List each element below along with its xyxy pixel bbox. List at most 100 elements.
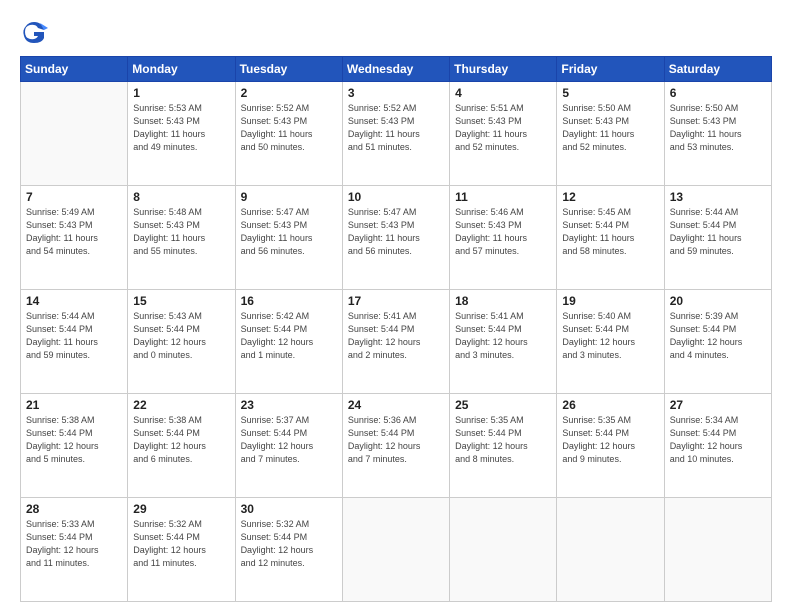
calendar-cell: 10 Sunrise: 5:47 AM Sunset: 5:43 PM Dayli… — [342, 186, 449, 290]
day-info: Sunrise: 5:47 AM Sunset: 5:43 PM Dayligh… — [241, 206, 337, 258]
day-info: Sunrise: 5:42 AM Sunset: 5:44 PM Dayligh… — [241, 310, 337, 362]
day-info: Sunrise: 5:53 AM Sunset: 5:43 PM Dayligh… — [133, 102, 229, 154]
calendar: SundayMondayTuesdayWednesdayThursdayFrid… — [20, 56, 772, 602]
calendar-cell: 2 Sunrise: 5:52 AM Sunset: 5:43 PM Daylig… — [235, 82, 342, 186]
day-info: Sunrise: 5:32 AM Sunset: 5:44 PM Dayligh… — [133, 518, 229, 570]
day-number: 15 — [133, 294, 229, 308]
weekday-header: Friday — [557, 57, 664, 82]
day-number: 19 — [562, 294, 658, 308]
calendar-cell: 23 Sunrise: 5:37 AM Sunset: 5:44 PM Dayli… — [235, 394, 342, 498]
weekday-header: Wednesday — [342, 57, 449, 82]
calendar-cell: 4Sunrise: 5:51 AM Sunset: 5:43 PM Daylig… — [450, 82, 557, 186]
calendar-week-row: 14 Sunrise: 5:44 AM Sunset: 5:44 PM Dayli… — [21, 290, 772, 394]
calendar-cell: 17 Sunrise: 5:41 AM Sunset: 5:44 PM Dayli… — [342, 290, 449, 394]
day-number: 29 — [133, 502, 229, 516]
calendar-cell: 26Sunrise: 5:35 AM Sunset: 5:44 PM Dayli… — [557, 394, 664, 498]
day-info: Sunrise: 5:37 AM Sunset: 5:44 PM Dayligh… — [241, 414, 337, 466]
day-info: Sunrise: 5:44 AM Sunset: 5:44 PM Dayligh… — [26, 310, 122, 362]
page: SundayMondayTuesdayWednesdayThursdayFrid… — [0, 0, 792, 612]
calendar-cell: 28 Sunrise: 5:33 AM Sunset: 5:44 PM Dayli… — [21, 498, 128, 602]
calendar-week-row: 7Sunrise: 5:49 AM Sunset: 5:43 PM Daylig… — [21, 186, 772, 290]
calendar-cell: 9 Sunrise: 5:47 AM Sunset: 5:43 PM Daylig… — [235, 186, 342, 290]
calendar-cell: 1 Sunrise: 5:53 AM Sunset: 5:43 PM Daylig… — [128, 82, 235, 186]
day-number: 7 — [26, 190, 122, 204]
day-number: 1 — [133, 86, 229, 100]
day-number: 4 — [455, 86, 551, 100]
day-info: Sunrise: 5:46 AM Sunset: 5:43 PM Dayligh… — [455, 206, 551, 258]
calendar-cell: 27 Sunrise: 5:34 AM Sunset: 5:44 PM Dayli… — [664, 394, 771, 498]
day-number: 30 — [241, 502, 337, 516]
calendar-cell: 8 Sunrise: 5:48 AM Sunset: 5:43 PM Daylig… — [128, 186, 235, 290]
weekday-header: Thursday — [450, 57, 557, 82]
day-info: Sunrise: 5:35 AM Sunset: 5:44 PM Dayligh… — [562, 414, 658, 466]
calendar-cell — [21, 82, 128, 186]
day-number: 17 — [348, 294, 444, 308]
day-info: Sunrise: 5:50 AM Sunset: 5:43 PM Dayligh… — [562, 102, 658, 154]
day-info: Sunrise: 5:44 AM Sunset: 5:44 PM Dayligh… — [670, 206, 766, 258]
day-info: Sunrise: 5:47 AM Sunset: 5:43 PM Dayligh… — [348, 206, 444, 258]
calendar-cell — [664, 498, 771, 602]
calendar-cell: 13 Sunrise: 5:44 AM Sunset: 5:44 PM Dayli… — [664, 186, 771, 290]
calendar-cell: 29 Sunrise: 5:32 AM Sunset: 5:44 PM Dayli… — [128, 498, 235, 602]
day-number: 21 — [26, 398, 122, 412]
day-number: 13 — [670, 190, 766, 204]
day-number: 27 — [670, 398, 766, 412]
day-info: Sunrise: 5:32 AM Sunset: 5:44 PM Dayligh… — [241, 518, 337, 570]
day-number: 18 — [455, 294, 551, 308]
calendar-cell — [342, 498, 449, 602]
calendar-cell: 22 Sunrise: 5:38 AM Sunset: 5:44 PM Dayli… — [128, 394, 235, 498]
calendar-cell: 18Sunrise: 5:41 AM Sunset: 5:44 PM Dayli… — [450, 290, 557, 394]
day-info: Sunrise: 5:52 AM Sunset: 5:43 PM Dayligh… — [241, 102, 337, 154]
header — [20, 18, 772, 46]
day-number: 9 — [241, 190, 337, 204]
day-number: 11 — [455, 190, 551, 204]
weekday-header: Tuesday — [235, 57, 342, 82]
calendar-cell: 21 Sunrise: 5:38 AM Sunset: 5:44 PM Dayli… — [21, 394, 128, 498]
logo — [20, 18, 52, 46]
day-number: 22 — [133, 398, 229, 412]
calendar-cell: 12Sunrise: 5:45 AM Sunset: 5:44 PM Dayli… — [557, 186, 664, 290]
day-info: Sunrise: 5:38 AM Sunset: 5:44 PM Dayligh… — [26, 414, 122, 466]
day-number: 16 — [241, 294, 337, 308]
day-info: Sunrise: 5:38 AM Sunset: 5:44 PM Dayligh… — [133, 414, 229, 466]
calendar-cell: 11 Sunrise: 5:46 AM Sunset: 5:43 PM Dayli… — [450, 186, 557, 290]
logo-icon — [20, 18, 48, 46]
calendar-cell: 15 Sunrise: 5:43 AM Sunset: 5:44 PM Dayli… — [128, 290, 235, 394]
day-info: Sunrise: 5:39 AM Sunset: 5:44 PM Dayligh… — [670, 310, 766, 362]
day-number: 6 — [670, 86, 766, 100]
calendar-cell: 3 Sunrise: 5:52 AM Sunset: 5:43 PM Daylig… — [342, 82, 449, 186]
calendar-week-row: 28 Sunrise: 5:33 AM Sunset: 5:44 PM Dayli… — [21, 498, 772, 602]
day-info: Sunrise: 5:35 AM Sunset: 5:44 PM Dayligh… — [455, 414, 551, 466]
calendar-cell: 6 Sunrise: 5:50 AM Sunset: 5:43 PM Daylig… — [664, 82, 771, 186]
day-info: Sunrise: 5:43 AM Sunset: 5:44 PM Dayligh… — [133, 310, 229, 362]
calendar-cell: 7Sunrise: 5:49 AM Sunset: 5:43 PM Daylig… — [21, 186, 128, 290]
calendar-cell: 16 Sunrise: 5:42 AM Sunset: 5:44 PM Dayli… — [235, 290, 342, 394]
day-number: 25 — [455, 398, 551, 412]
day-info: Sunrise: 5:33 AM Sunset: 5:44 PM Dayligh… — [26, 518, 122, 570]
day-number: 2 — [241, 86, 337, 100]
calendar-cell — [557, 498, 664, 602]
calendar-cell: 14 Sunrise: 5:44 AM Sunset: 5:44 PM Dayli… — [21, 290, 128, 394]
day-info: Sunrise: 5:48 AM Sunset: 5:43 PM Dayligh… — [133, 206, 229, 258]
day-number: 28 — [26, 502, 122, 516]
day-number: 8 — [133, 190, 229, 204]
weekday-header: Saturday — [664, 57, 771, 82]
calendar-cell: 25 Sunrise: 5:35 AM Sunset: 5:44 PM Dayli… — [450, 394, 557, 498]
day-info: Sunrise: 5:52 AM Sunset: 5:43 PM Dayligh… — [348, 102, 444, 154]
weekday-header: Sunday — [21, 57, 128, 82]
day-info: Sunrise: 5:34 AM Sunset: 5:44 PM Dayligh… — [670, 414, 766, 466]
day-info: Sunrise: 5:36 AM Sunset: 5:44 PM Dayligh… — [348, 414, 444, 466]
calendar-week-row: 21 Sunrise: 5:38 AM Sunset: 5:44 PM Dayli… — [21, 394, 772, 498]
day-number: 20 — [670, 294, 766, 308]
day-number: 5 — [562, 86, 658, 100]
day-number: 3 — [348, 86, 444, 100]
day-info: Sunrise: 5:45 AM Sunset: 5:44 PM Dayligh… — [562, 206, 658, 258]
calendar-cell: 30 Sunrise: 5:32 AM Sunset: 5:44 PM Dayli… — [235, 498, 342, 602]
day-number: 14 — [26, 294, 122, 308]
calendar-cell: 5 Sunrise: 5:50 AM Sunset: 5:43 PM Daylig… — [557, 82, 664, 186]
day-number: 23 — [241, 398, 337, 412]
day-number: 10 — [348, 190, 444, 204]
day-info: Sunrise: 5:40 AM Sunset: 5:44 PM Dayligh… — [562, 310, 658, 362]
day-info: Sunrise: 5:50 AM Sunset: 5:43 PM Dayligh… — [670, 102, 766, 154]
day-info: Sunrise: 5:41 AM Sunset: 5:44 PM Dayligh… — [348, 310, 444, 362]
